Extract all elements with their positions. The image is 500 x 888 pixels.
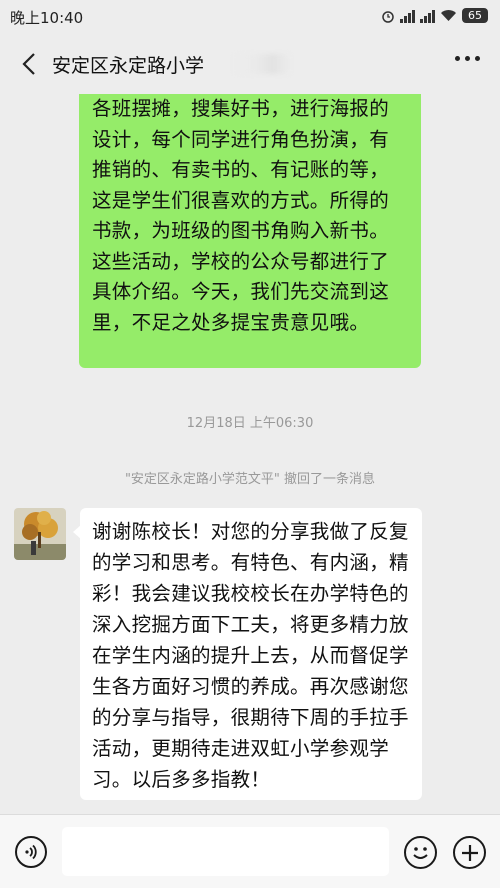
input-bar xyxy=(0,814,500,888)
message-bubble-self[interactable]: 各班摆摊，搜集好书，进行海报的设计，每个同学进行角色扮演，有推销的、有卖书的、有… xyxy=(79,94,421,368)
title-redaction xyxy=(234,54,290,74)
plus-icon xyxy=(461,844,478,861)
avatar[interactable] xyxy=(14,508,66,560)
back-button[interactable] xyxy=(14,48,44,80)
chat-header: 安定区永定路小学 xyxy=(0,34,500,94)
status-bar: 晚上10:40 65 xyxy=(0,0,500,34)
status-icons: 65 xyxy=(381,8,488,23)
more-button[interactable] xyxy=(455,56,480,61)
chat-area[interactable]: 各班摆摊，搜集好书，进行海报的设计，每个同学进行角色扮演，有推销的、有卖书的、有… xyxy=(0,94,500,814)
message-input[interactable] xyxy=(62,827,389,876)
chevron-left-icon xyxy=(22,53,35,75)
signal-icon xyxy=(400,9,415,23)
emoji-button[interactable] xyxy=(404,836,437,869)
voice-icon xyxy=(25,844,37,860)
more-dots-icon xyxy=(455,56,460,61)
status-time: 晚上10:40 xyxy=(10,9,84,27)
plus-button[interactable] xyxy=(453,836,486,869)
wifi-icon xyxy=(441,10,456,21)
battery-icon: 65 xyxy=(462,8,488,23)
chat-title: 安定区永定路小学 xyxy=(52,55,205,77)
voice-button[interactable] xyxy=(15,836,47,868)
message-timestamp: 12月18日 上午06:30 xyxy=(186,416,314,431)
message-bubble-other[interactable]: 谢谢陈校长！对您的分享我做了反复的学习和思考。有特色、有内涵，精彩！我会建议我校… xyxy=(73,508,422,800)
avatar-image xyxy=(14,508,66,560)
emoji-icon xyxy=(413,847,428,859)
signal-icon xyxy=(420,9,435,23)
recall-notice: "安定区永定路小学范文平" 撤回了一条消息 xyxy=(124,472,376,487)
alarm-icon xyxy=(382,10,394,23)
